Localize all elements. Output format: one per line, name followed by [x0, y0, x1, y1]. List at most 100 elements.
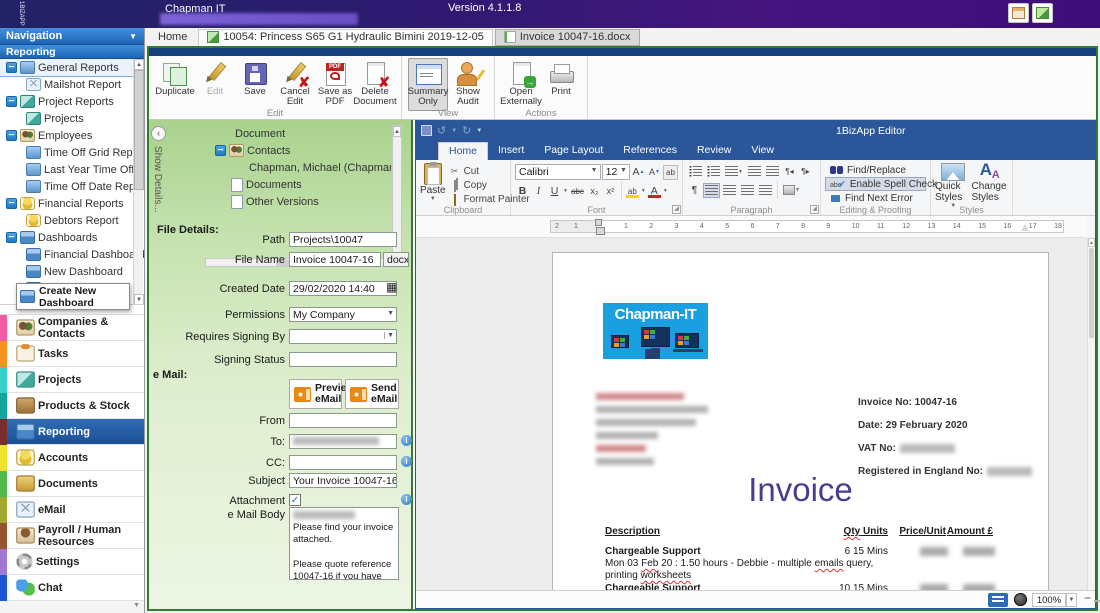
create-new-dashboard-button[interactable]: Create New Dashboard: [16, 283, 130, 310]
show-audit-button[interactable]: Show Audit: [448, 58, 488, 111]
nav-tree-item[interactable]: −Employees: [0, 127, 144, 144]
scroll-up-icon[interactable]: ▲: [1088, 238, 1095, 247]
enable-spell-check-button[interactable]: abcEnable Spell Check: [825, 177, 926, 191]
zoom-out-button[interactable]: −: [1084, 591, 1091, 605]
italic-button[interactable]: I: [531, 184, 546, 199]
superscript-button[interactable]: x²: [603, 184, 618, 199]
tree-collapse-icon[interactable]: −: [6, 62, 17, 73]
ribbon-tab-insert[interactable]: Insert: [488, 142, 534, 160]
strikethrough-button[interactable]: abc: [569, 184, 586, 199]
underline-button[interactable]: U: [547, 184, 562, 199]
sidebar-module-email[interactable]: eMail: [0, 497, 144, 523]
font-family-select[interactable]: Calibri▼: [515, 164, 601, 180]
sidebar-module-documents[interactable]: Documents: [0, 471, 144, 497]
change-case-button[interactable]: ab: [663, 165, 678, 180]
email-body-input[interactable]: Please find your invoice attached. Pleas…: [289, 507, 399, 580]
rtl-direction-button[interactable]: ¶▸: [798, 164, 813, 179]
document-page[interactable]: Chapman-IT Invoice No: 10047-16Date: 29: [552, 252, 1049, 590]
nav-tree-item[interactable]: Last Year Time Off Report: [0, 161, 144, 178]
window-tool-button-1[interactable]: [1008, 3, 1029, 23]
sidebar-module-tasks[interactable]: Tasks: [0, 341, 144, 367]
file-name-input[interactable]: Invoice 10047-16: [289, 252, 381, 267]
dialog-launcher-icon[interactable]: ◢: [810, 205, 819, 214]
nav-tree-item[interactable]: Debtors Report: [0, 212, 144, 229]
nav-tree-item[interactable]: Time Off Grid Report: [0, 144, 144, 161]
collapse-panel-button[interactable]: ‹: [151, 126, 166, 141]
show-details-label[interactable]: Show Details...: [152, 146, 163, 213]
zoom-level[interactable]: 100%: [1032, 593, 1066, 607]
zoom-dropdown[interactable]: ▼: [1066, 593, 1077, 607]
info-icon[interactable]: i: [401, 456, 412, 467]
tree-collapse-icon[interactable]: −: [6, 232, 17, 243]
grow-font-button[interactable]: A▲: [631, 165, 646, 180]
cancel-edit-button[interactable]: ✘Cancel Edit: [275, 58, 315, 111]
sidebar-module-settings[interactable]: Settings: [0, 549, 144, 575]
permissions-select[interactable]: My Company▼: [289, 307, 397, 322]
find-next-error-button[interactable]: Find Next Error: [825, 191, 926, 205]
requires-signing-by-select[interactable]: ▼: [289, 329, 397, 344]
document-canvas[interactable]: Chapman-IT Invoice No: 10047-16Date: 29: [416, 238, 1087, 590]
duplicate-button[interactable]: Duplicate: [155, 58, 195, 100]
multilevel-list-button[interactable]: ▼: [723, 164, 745, 179]
paste-button[interactable]: Paste ▼: [420, 162, 446, 206]
info-icon[interactable]: i: [401, 435, 412, 446]
tree-item-documents[interactable]: Documents: [205, 176, 391, 193]
bullets-button[interactable]: [687, 164, 704, 179]
ribbon-tab-references[interactable]: References: [613, 142, 687, 160]
cc-input[interactable]: [289, 455, 397, 470]
print-layout-view-button[interactable]: [988, 593, 1008, 607]
nav-tree-item[interactable]: −Dashboards: [0, 229, 144, 246]
save-icon[interactable]: [421, 125, 432, 136]
sidebar-module-accounts[interactable]: Accounts: [0, 445, 144, 471]
nav-tree-item[interactable]: Projects: [0, 110, 144, 127]
subscript-button[interactable]: x₂: [587, 184, 602, 199]
sidebar-module-products-stock[interactable]: Products & Stock: [0, 393, 144, 419]
align-center-button[interactable]: [721, 183, 738, 198]
find-replace-button[interactable]: Find/Replace: [825, 163, 926, 177]
tree-item-contacts[interactable]: − Contacts: [205, 142, 391, 159]
tree-collapse-icon[interactable]: −: [6, 130, 17, 141]
font-size-select[interactable]: 12▼: [602, 164, 630, 180]
redo-icon[interactable]: ↻: [462, 124, 471, 137]
open-externally-button[interactable]: →Open Externally: [501, 58, 541, 111]
chevron-down-icon[interactable]: ▼: [641, 188, 646, 194]
chevron-down-icon[interactable]: ▼: [563, 188, 568, 194]
chevron-down-icon[interactable]: ▼: [384, 332, 394, 339]
nav-tree-item[interactable]: Financial Dashboard: [0, 246, 144, 263]
right-indent-marker[interactable]: [1021, 224, 1029, 231]
chevron-down-icon[interactable]: ▼: [387, 310, 394, 317]
chevron-down-icon[interactable]: ▼: [476, 128, 482, 134]
window-tool-button-2[interactable]: [1032, 3, 1053, 23]
ribbon-tab-review[interactable]: Review: [687, 142, 741, 160]
chevron-down-icon[interactable]: ▼: [129, 32, 137, 41]
sidebar-module-payroll-human-resources[interactable]: Payroll / Human Resources: [0, 523, 144, 549]
show-formatting-button[interactable]: ¶: [687, 183, 702, 198]
attachment-checkbox[interactable]: ✓: [289, 494, 301, 506]
nav-tree-item[interactable]: Mailshot Report: [0, 76, 144, 93]
increase-indent-button[interactable]: [764, 164, 781, 179]
tree-collapse-icon[interactable]: −: [215, 145, 226, 156]
decrease-indent-button[interactable]: [746, 164, 763, 179]
tree-collapse-icon[interactable]: −: [6, 96, 17, 107]
editor-vertical-scrollbar[interactable]: ▲: [1087, 238, 1095, 590]
summary-only-button[interactable]: Summary Only: [408, 58, 448, 111]
font-color-button[interactable]: A: [647, 184, 662, 199]
sidebar-module-projects[interactable]: Projects: [0, 367, 144, 393]
save-button[interactable]: Save: [235, 58, 275, 100]
chevron-down-icon[interactable]: ▼: [663, 188, 668, 194]
change-styles-button[interactable]: AA Change Styles: [972, 162, 1009, 210]
nav-tree-item[interactable]: New Dashboard: [0, 263, 144, 280]
print-button[interactable]: Print: [541, 58, 581, 100]
scroll-up-icon[interactable]: ▲: [393, 126, 401, 137]
nav-tree-item[interactable]: −Financial Reports: [0, 195, 144, 212]
preview-email-button[interactable]: Preview eMail: [289, 379, 342, 409]
scrollbar-thumb[interactable]: [134, 70, 144, 190]
chevron-down-icon[interactable]: ▼: [451, 128, 457, 134]
zoom-slider[interactable]: [1094, 600, 1100, 602]
ribbon-tab-home[interactable]: Home: [438, 142, 488, 160]
scroll-down-icon[interactable]: ▼: [134, 294, 144, 305]
sidebar-module-reporting[interactable]: Reporting: [0, 419, 144, 445]
web-layout-view-button[interactable]: [1014, 593, 1027, 606]
ribbon-tab-view[interactable]: View: [741, 142, 784, 160]
nav-tree-item[interactable]: −General Reports: [0, 59, 144, 76]
